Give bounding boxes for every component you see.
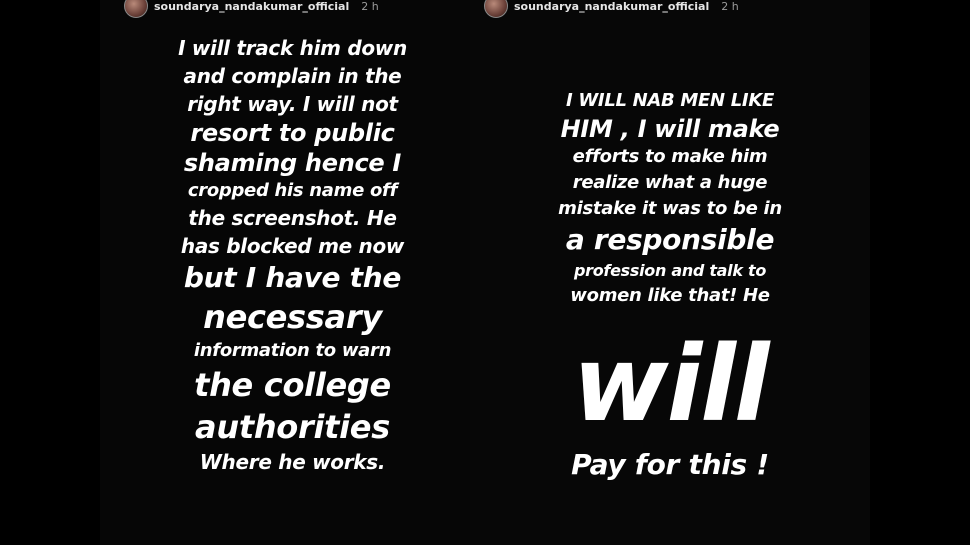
story-line: and complain in the xyxy=(183,64,402,88)
story-line: has blocked me now xyxy=(180,234,405,258)
story-text: I WILL NAB MEN LIKE HIM , I will make ef… xyxy=(470,88,870,483)
timestamp: 2 h xyxy=(721,0,739,13)
username[interactable]: soundarya_nandakumar_official xyxy=(514,0,709,13)
username[interactable]: soundarya_nandakumar_official xyxy=(154,0,349,13)
story-line: efforts to make him xyxy=(572,146,768,167)
story-text: I will track him down and complain in th… xyxy=(100,34,485,476)
story-line: the screenshot. He xyxy=(188,206,397,230)
avatar[interactable] xyxy=(484,0,508,18)
story-line: HIM , I will make xyxy=(560,115,780,143)
story-header[interactable]: soundarya_nandakumar_official 2 h xyxy=(484,0,739,18)
story-line: Where he works. xyxy=(199,450,386,474)
story-line: profession and talk to xyxy=(573,261,767,280)
story-line: a responsible xyxy=(565,223,775,256)
story-header[interactable]: soundarya_nandakumar_official 2 h xyxy=(124,0,379,18)
story-line: mistake it was to be in xyxy=(558,198,782,219)
story-line: information to warn xyxy=(193,340,392,361)
story-line: I will track him down xyxy=(178,36,407,60)
story-line: necessary xyxy=(203,298,382,336)
story-closing-line: Pay for this ! xyxy=(571,448,769,481)
avatar[interactable] xyxy=(124,0,148,18)
story-panel-left: soundarya_nandakumar_official 2 h I will… xyxy=(100,0,485,545)
story-line: authorities xyxy=(195,408,390,446)
story-line: I WILL NAB MEN LIKE xyxy=(566,90,774,111)
story-line: cropped his name off xyxy=(187,180,398,201)
story-big-word: will xyxy=(572,323,769,445)
story-panel-right: soundarya_nandakumar_official 2 h I WILL… xyxy=(470,0,870,545)
story-line: the college xyxy=(194,366,391,404)
story-line: realize what a huge xyxy=(572,172,768,193)
story-line: shaming hence I xyxy=(183,149,402,177)
story-line: right way. I will not xyxy=(187,92,398,116)
story-line: resort to public xyxy=(190,119,395,147)
story-line: but I have the xyxy=(183,261,402,294)
story-line: women like that! He xyxy=(570,285,770,306)
timestamp: 2 h xyxy=(361,0,379,13)
